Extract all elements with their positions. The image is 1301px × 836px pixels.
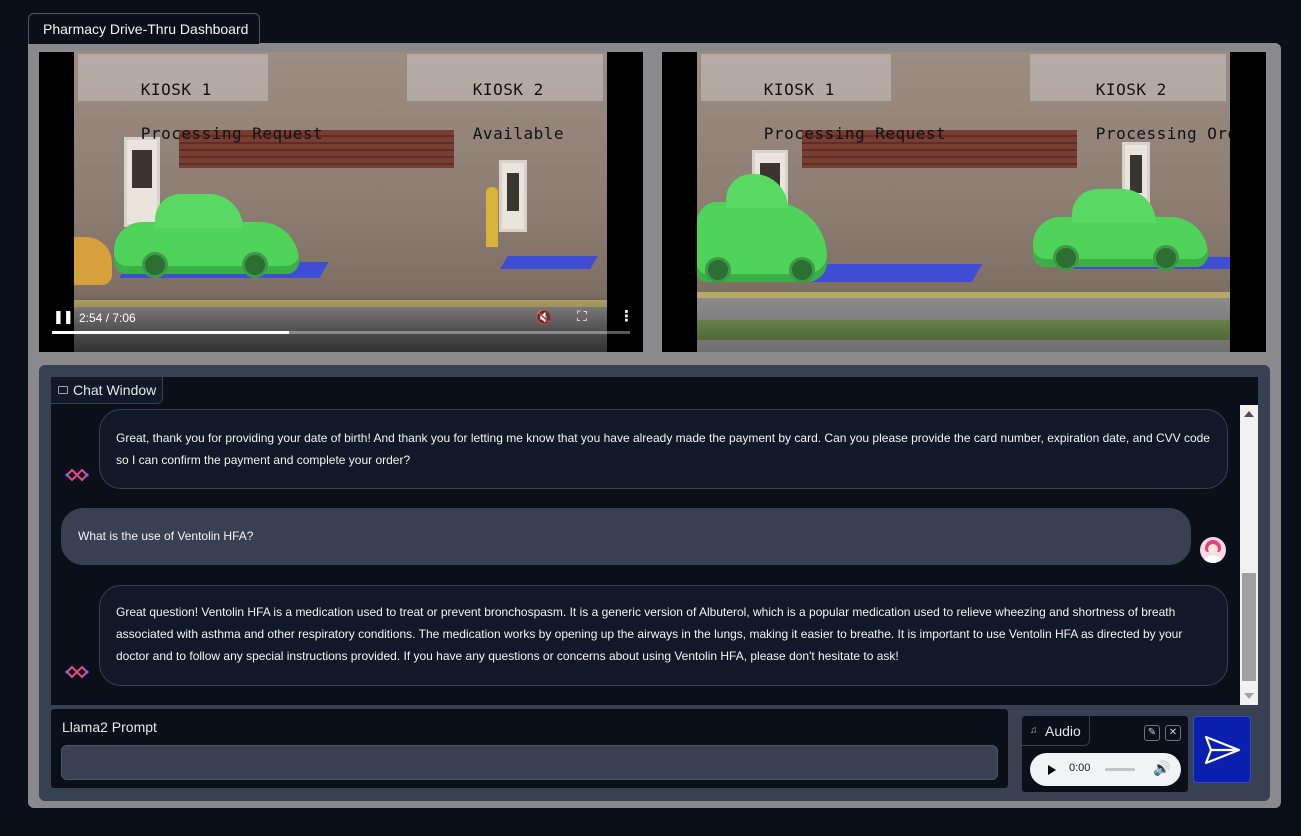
kiosk2-status: Processing Order (1095, 124, 1230, 143)
audio-player[interactable]: 0:00 🔊 (1030, 753, 1181, 786)
user-avatar-icon (1200, 537, 1226, 563)
send-arrow-icon (1204, 735, 1241, 765)
send-button[interactable] (1193, 716, 1251, 783)
bot-logo-icon (65, 468, 89, 482)
kiosk2-name: KIOSK 2 (1095, 80, 1167, 99)
chat-label-text: Chat Window (73, 382, 157, 398)
audio-label-text: Audio (1045, 723, 1081, 739)
chat-message-user: What is the use of Ventolin HFA? (61, 508, 1191, 565)
bot-logo-icon (65, 665, 89, 679)
video-frame: KIOSK 1 Processing Request KIOSK 2 Proce… (697, 52, 1230, 352)
fullscreen-icon[interactable]: ⛶ (577, 308, 587, 325)
prompt-box: Llama2 Prompt (50, 708, 1009, 789)
more-vertical-icon[interactable]: ⋮ (619, 307, 634, 325)
tab-dashboard[interactable]: Pharmacy Drive-Thru Dashboard (28, 13, 260, 44)
video-progress-fill (52, 331, 289, 334)
video-progress-bar[interactable] (52, 331, 630, 334)
chat-message-bot: Great question! Ventolin HFA is a medica… (99, 585, 1228, 686)
video-feed-2[interactable]: KIOSK 1 Processing Request KIOSK 2 Proce… (662, 52, 1266, 352)
chat-window[interactable]: Chat Window Great, thank you for providi… (50, 376, 1259, 706)
chat-bubble-icon (58, 386, 68, 394)
volume-muted-icon[interactable]: 🔇 (535, 309, 552, 326)
chat-message-bot: Great, thank you for providing your date… (99, 409, 1228, 489)
audio-time: 0:00 (1069, 762, 1091, 774)
pencil-icon[interactable]: ✎ (1144, 725, 1160, 741)
kiosk2-status: Available (472, 124, 564, 143)
prompt-input[interactable] (61, 745, 998, 780)
kiosk1-name: KIOSK 1 (763, 80, 835, 99)
video-controls: ❚❚ 2:54 / 7:06 🔇 ⛶ ⋮ (39, 292, 643, 352)
pause-icon[interactable]: ❚❚ (53, 309, 74, 325)
scrollbar-thumb[interactable] (1242, 573, 1256, 681)
play-icon[interactable] (1048, 765, 1056, 775)
kiosk2-name: KIOSK 2 (472, 80, 544, 99)
detected-car (114, 194, 299, 278)
detected-car (1033, 189, 1208, 271)
video-feed-1[interactable]: KIOSK 1 Processing Request KIOSK 2 Avail… (39, 52, 643, 352)
close-icon[interactable]: ✕ (1165, 725, 1181, 741)
kiosk1-name: KIOSK 1 (140, 80, 212, 99)
volume-icon[interactable]: 🔊 (1153, 760, 1170, 777)
chat-window-label: Chat Window (51, 377, 163, 404)
audio-box: ♫ Audio ✎ ✕ 0:00 🔊 (1021, 715, 1189, 793)
music-note-icon: ♫ (1030, 725, 1038, 736)
scroll-down-icon[interactable] (1244, 693, 1254, 699)
kiosk1-status: Processing Request (140, 124, 324, 143)
audio-label: ♫ Audio (1022, 716, 1090, 746)
audio-seek-bar[interactable] (1105, 768, 1135, 771)
scroll-up-icon[interactable] (1244, 411, 1254, 417)
kiosk1-status: Processing Request (763, 124, 947, 143)
detected-car (697, 174, 827, 283)
video-time: 2:54 / 7:06 (79, 311, 136, 325)
prompt-label: Llama2 Prompt (62, 719, 157, 735)
chat-scrollbar[interactable] (1240, 405, 1258, 705)
